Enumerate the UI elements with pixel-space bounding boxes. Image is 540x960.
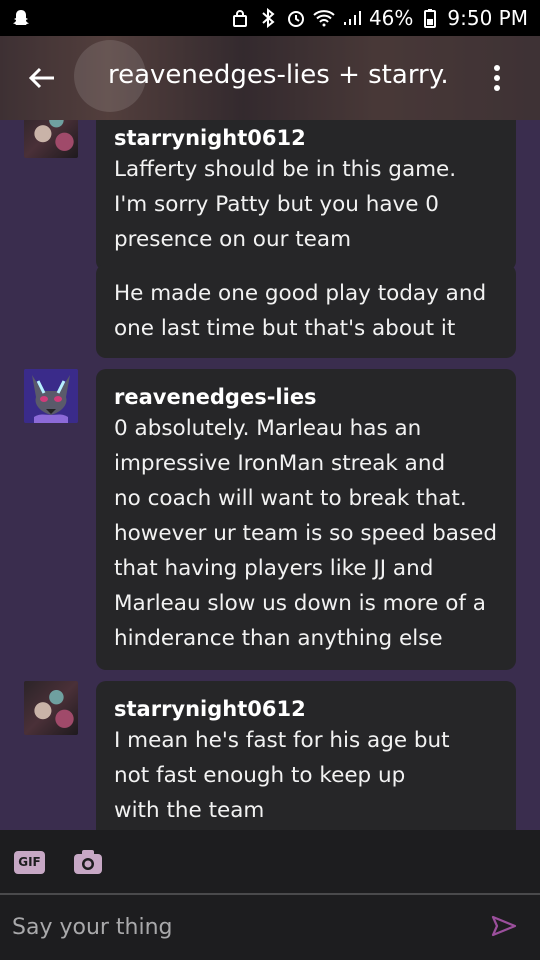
message-line: He made one good play today and <box>114 281 487 306</box>
user-photo-avatar[interactable] <box>24 120 78 158</box>
status-bar: 46% 9:50 PM <box>0 0 540 36</box>
lock-icon <box>229 7 251 29</box>
chat-header: reavenedges-lies + starry... <box>0 36 540 120</box>
snapchat-ghost-icon <box>10 7 32 29</box>
message-bubble[interactable]: reavenedges-lies 0 absolutely. Marleau h… <box>96 369 516 670</box>
camera-icon <box>74 850 102 874</box>
message-line: Marleau slow us down is more of a <box>114 591 486 616</box>
more-options-button[interactable] <box>482 58 512 98</box>
bluetooth-icon <box>257 7 279 29</box>
wolf-icon <box>24 369 78 423</box>
message-line: no coach will want to break that. <box>114 486 467 511</box>
message-author: reavenedges-lies <box>114 385 317 409</box>
send-icon <box>491 915 517 937</box>
message-line: hinderance than anything else <box>114 626 443 651</box>
message-author: starrynight0612 <box>114 697 306 721</box>
message-line: however ur team is so speed based <box>114 521 498 546</box>
send-button[interactable] <box>490 913 518 939</box>
message-line: that having players like JJ and <box>114 556 434 581</box>
alarm-icon <box>285 7 307 29</box>
message-input[interactable] <box>12 907 472 947</box>
signal-icon <box>341 7 363 29</box>
chat-title: reavenedges-lies + starry... <box>108 60 448 90</box>
battery-percent: 46% <box>368 6 414 30</box>
wifi-icon <box>313 7 335 29</box>
message-author: starrynight0612 <box>114 126 306 150</box>
wolf-avatar[interactable] <box>24 369 78 423</box>
camera-button[interactable] <box>73 849 103 875</box>
message-bubble[interactable]: starrynight0612 I mean he's fast for his… <box>96 681 516 830</box>
gif-button[interactable]: GIF <box>14 850 45 874</box>
status-time: 9:50 PM <box>447 6 528 30</box>
message-line: one last time but that's about it <box>114 316 456 341</box>
message-line: not fast enough to keep up <box>114 763 406 788</box>
message-line: Lafferty should be in this game. <box>114 157 457 182</box>
message-line: with the team <box>114 798 265 823</box>
message-list[interactable]: starrynight0612 Lafferty should be in th… <box>0 120 540 830</box>
more-vertical-icon <box>494 65 500 91</box>
message-line: I mean he's fast for his age but <box>114 728 450 753</box>
message-line: impressive IronMan streak and <box>114 451 446 476</box>
message-line: presence on our team <box>114 227 352 252</box>
message-line: 0 absolutely. Marleau has an <box>114 416 422 441</box>
attachment-toolbar: GIF <box>0 830 540 894</box>
back-button[interactable] <box>22 58 62 98</box>
message-bubble[interactable]: starrynight0612 Lafferty should be in th… <box>96 120 516 271</box>
back-arrow-icon <box>28 67 54 89</box>
message-line: I'm sorry Patty but you have 0 <box>114 192 439 217</box>
user-photo-avatar[interactable] <box>24 681 78 735</box>
battery-icon <box>419 7 441 29</box>
message-bubble[interactable]: He made one good play today and one last… <box>96 264 516 358</box>
composer <box>0 895 540 960</box>
